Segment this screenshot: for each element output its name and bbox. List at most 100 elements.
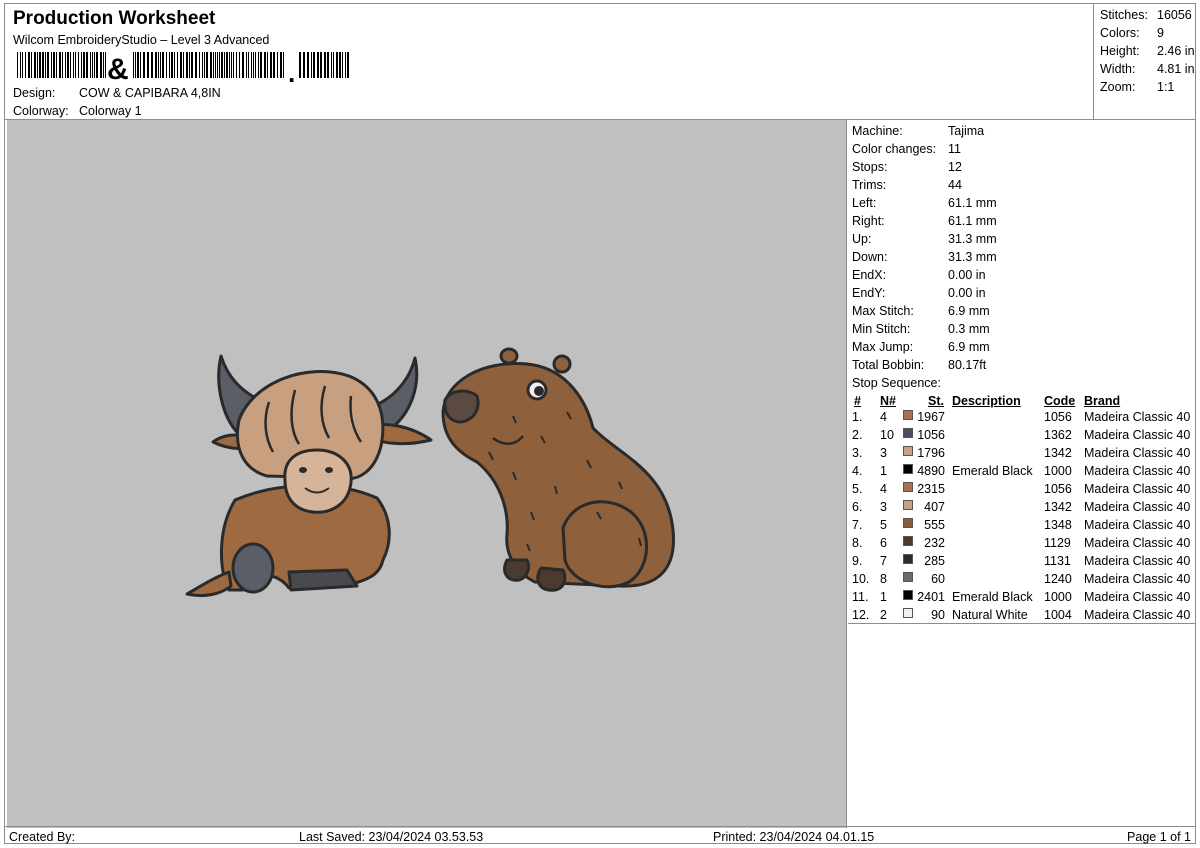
- col-header-needle: N#: [880, 394, 896, 408]
- col-header-index: #: [854, 394, 861, 408]
- barcode-bar: [324, 52, 326, 78]
- barcode-bar: [217, 52, 218, 78]
- machine-info-row: EndX: 0.00 in: [852, 268, 986, 282]
- col-header-description: Description: [952, 394, 1021, 408]
- cell-needle: 6: [880, 536, 887, 550]
- cell-needle: 2: [880, 608, 887, 622]
- summary-height: Height: 2.46 in: [1100, 44, 1195, 58]
- highland-cow-illustration: [185, 354, 433, 598]
- page-title: Production Worksheet: [13, 8, 216, 29]
- machine-info-row: Left: 61.1 mm: [852, 196, 997, 210]
- color-swatch: [903, 536, 913, 546]
- cell-description: Natural White: [952, 608, 1028, 622]
- table-row: 5. 4 2315 1056 Madeira Classic 40: [848, 482, 1195, 500]
- barcode-bar: [73, 52, 74, 78]
- cell-brand: Madeira Classic 40: [1084, 572, 1191, 586]
- cell-idx: 10.: [852, 572, 870, 586]
- barcode-bar: [42, 52, 44, 78]
- cell-code: 1240: [1044, 572, 1072, 586]
- machine-info-value: 80.17ft: [948, 358, 987, 372]
- barcode-bar: [31, 52, 32, 78]
- cell-code: 1342: [1044, 500, 1072, 514]
- cell-stitches: 4890: [917, 464, 945, 478]
- machine-info-row: Machine: Tajima: [852, 124, 984, 138]
- cell-idx: 12.: [852, 608, 870, 622]
- color-swatch: [903, 518, 913, 528]
- machine-info-value: 12: [948, 160, 962, 174]
- machine-info-value: 0.00 in: [948, 286, 986, 300]
- cell-needle: 8: [880, 572, 887, 586]
- barcode-bar: [105, 52, 106, 78]
- cell-needle: 3: [880, 500, 887, 514]
- cell-needle: 3: [880, 446, 887, 460]
- table-row: 3. 3 1796 1342 Madeira Classic 40: [848, 446, 1195, 464]
- table-row: 7. 5 555 1348 Madeira Classic 40: [848, 518, 1195, 536]
- barcode-bar: [39, 52, 41, 78]
- barcode-bar: [133, 52, 134, 78]
- barcode-bar: [65, 52, 66, 78]
- barcode-bar: [210, 52, 212, 78]
- barcode-bar: [303, 52, 305, 78]
- cell-brand: Madeira Classic 40: [1084, 464, 1191, 478]
- worksheet-frame: Production Worksheet Wilcom EmbroiderySt…: [4, 3, 1196, 844]
- barcode-bar: [333, 52, 334, 78]
- machine-info-label: Up:: [852, 232, 872, 246]
- cell-code: 1056: [1044, 410, 1072, 424]
- summary-box: Stitches: 16056 Colors: 9 Height: 2.46 in W…: [1093, 4, 1197, 119]
- barcode-bar: [299, 52, 301, 78]
- col-header-brand: Brand: [1084, 394, 1121, 408]
- colorway-row: Colorway: Colorway 1: [13, 104, 142, 118]
- color-swatch: [903, 482, 913, 492]
- barcode-bar: [270, 52, 272, 78]
- barcode-bar: [342, 52, 343, 78]
- col-header-code: Code: [1044, 394, 1076, 408]
- barcode-bar: [213, 52, 214, 78]
- color-swatch: [903, 410, 913, 420]
- barcode-bar: [90, 52, 91, 78]
- cell-brand: Madeira Classic 40: [1084, 446, 1191, 460]
- summary-width: Width: 4.81 in: [1100, 62, 1195, 76]
- machine-info-label: Machine:: [852, 124, 903, 138]
- color-swatch: [903, 446, 913, 456]
- cell-stitches: 285: [924, 554, 945, 568]
- barcode-bar: [233, 52, 234, 78]
- barcode-bar: [56, 52, 57, 78]
- cell-stitches: 90: [931, 608, 945, 622]
- colorway-label: Colorway:: [13, 104, 69, 118]
- barcode-bar: [70, 52, 71, 78]
- table-row: 10. 8 60 1240 Madeira Classic 40: [848, 572, 1195, 590]
- table-row: 2. 10 1056 1362 Madeira Classic 40: [848, 428, 1195, 446]
- barcode-bar: [174, 52, 175, 78]
- machine-info-value: 61.1 mm: [948, 214, 997, 228]
- cell-idx: 6.: [852, 500, 863, 514]
- cell-stitches: 1796: [917, 446, 945, 460]
- barcode-bar: [45, 52, 46, 78]
- barcode-bar: [189, 52, 190, 78]
- cell-idx: 9.: [852, 554, 863, 568]
- barcode-bar: [59, 52, 61, 78]
- barcode-bar: [219, 52, 220, 78]
- barcode-bar: [158, 52, 159, 78]
- barcode-bar: [277, 52, 278, 78]
- barcode-bar: [100, 52, 102, 78]
- design-value: COW & CAPIBARA 4,8IN: [79, 86, 221, 100]
- cell-idx: 7.: [852, 518, 863, 532]
- barcode-bar: [236, 52, 237, 78]
- summary-stitches: Stitches: 16056: [1100, 8, 1192, 22]
- table-row: 4. 1 4890 Emerald Black 1000 Madeira Classic …: [848, 464, 1195, 482]
- barcode-bar: [229, 52, 230, 78]
- colorway-value: Colorway 1: [79, 104, 142, 118]
- cell-stitches: 555: [924, 518, 945, 532]
- barcode-bar: [331, 52, 332, 78]
- barcode-bar: [327, 52, 329, 78]
- cell-needle: 1: [880, 590, 887, 604]
- cell-brand: Madeira Classic 40: [1084, 608, 1191, 622]
- cell-brand: Madeira Classic 40: [1084, 482, 1191, 496]
- machine-info-label: Max Jump:: [852, 340, 914, 354]
- barcode-bar: [22, 52, 23, 78]
- barcode-bar: [140, 52, 141, 78]
- barcode-bar: [183, 52, 184, 78]
- barcode-bar: [147, 52, 149, 78]
- barcode-bar: [280, 52, 282, 78]
- cell-brand: Madeira Classic 40: [1084, 428, 1191, 442]
